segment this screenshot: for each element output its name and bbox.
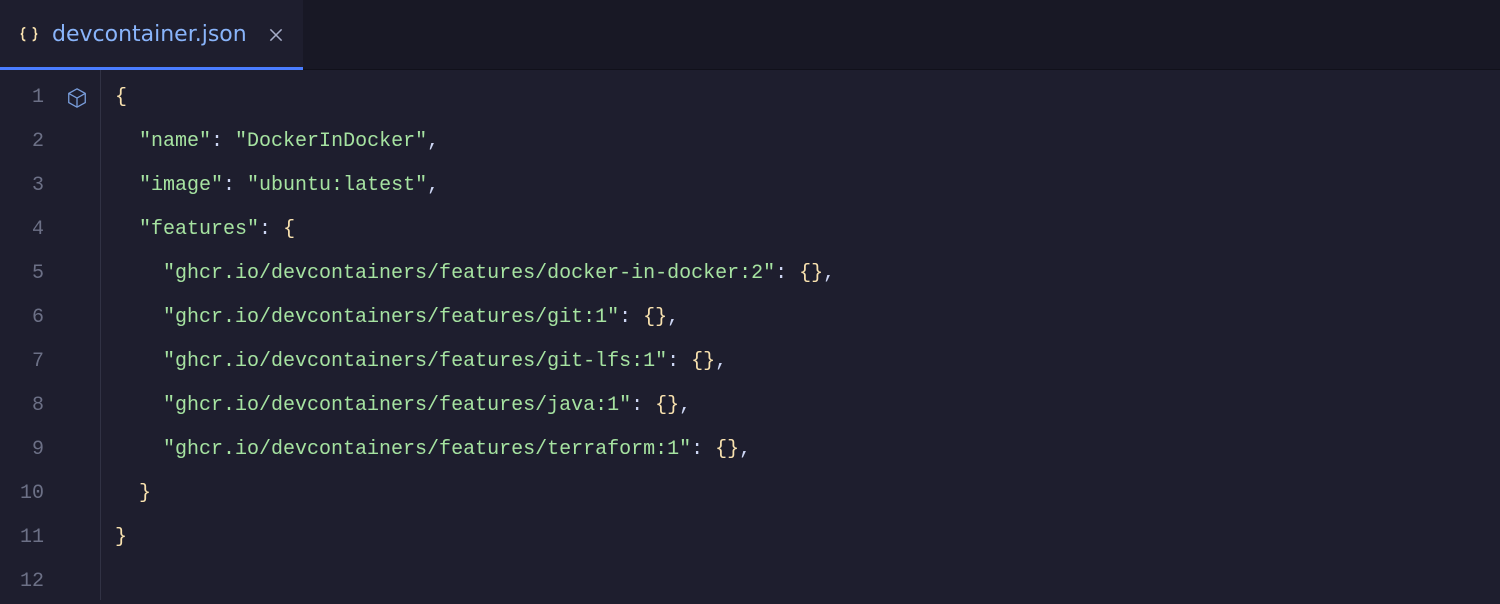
line-number: 12 [0, 560, 54, 604]
glyph-slot [54, 384, 100, 428]
code-content[interactable]: { "name": "DockerInDocker", "image": "ub… [100, 70, 1500, 600]
line-number: 2 [0, 120, 54, 164]
line-number: 7 [0, 340, 54, 384]
glyph-slot [54, 296, 100, 340]
code-line[interactable] [101, 560, 1500, 604]
close-icon[interactable] [267, 26, 285, 44]
glyph-slot [54, 340, 100, 384]
glyph-slot [54, 208, 100, 252]
glyph-slot [54, 252, 100, 296]
line-number: 3 [0, 164, 54, 208]
tab-devcontainer[interactable]: devcontainer.json [0, 0, 303, 69]
glyph-slot [54, 428, 100, 472]
code-line[interactable]: "ghcr.io/devcontainers/features/java:1":… [101, 384, 1500, 428]
tab-title: devcontainer.json [52, 22, 247, 47]
line-number: 9 [0, 428, 54, 472]
line-number: 1 [0, 76, 54, 120]
code-line[interactable]: "name": "DockerInDocker", [101, 120, 1500, 164]
code-line[interactable]: "features": { [101, 208, 1500, 252]
line-number: 4 [0, 208, 54, 252]
glyph-slot [54, 516, 100, 560]
container-icon [66, 87, 88, 109]
glyph-slot [54, 560, 100, 604]
code-line[interactable]: "ghcr.io/devcontainers/features/terrafor… [101, 428, 1500, 472]
line-number: 6 [0, 296, 54, 340]
code-line[interactable]: "image": "ubuntu:latest", [101, 164, 1500, 208]
line-number: 10 [0, 472, 54, 516]
code-line[interactable]: "ghcr.io/devcontainers/features/docker-i… [101, 252, 1500, 296]
glyph-slot [54, 76, 100, 120]
glyph-margin [54, 70, 100, 600]
line-number: 8 [0, 384, 54, 428]
line-number: 5 [0, 252, 54, 296]
code-line[interactable]: } [101, 472, 1500, 516]
tab-bar: devcontainer.json [0, 0, 1500, 70]
code-editor[interactable]: 123456789101112 { "name": "DockerInDocke… [0, 70, 1500, 600]
code-line[interactable]: } [101, 516, 1500, 560]
code-line[interactable]: "ghcr.io/devcontainers/features/git:1": … [101, 296, 1500, 340]
json-file-icon [18, 24, 40, 46]
glyph-slot [54, 120, 100, 164]
line-number: 11 [0, 516, 54, 560]
line-number-gutter: 123456789101112 [0, 70, 54, 600]
code-line[interactable]: "ghcr.io/devcontainers/features/git-lfs:… [101, 340, 1500, 384]
glyph-slot [54, 164, 100, 208]
code-line[interactable]: { [101, 76, 1500, 120]
glyph-slot [54, 472, 100, 516]
